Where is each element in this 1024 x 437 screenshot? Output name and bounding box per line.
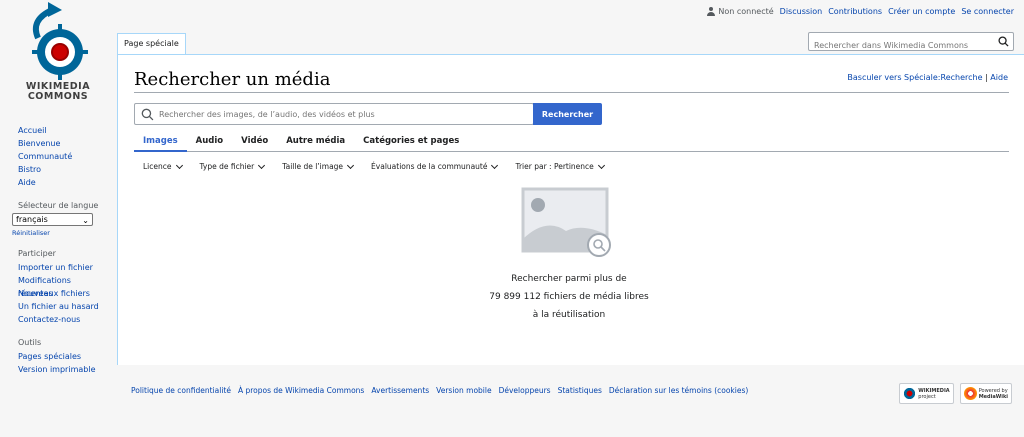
title-divider [134,92,1009,93]
tab-special-page[interactable]: Page spéciale [117,33,186,54]
wikimedia-logo-icon [903,387,917,400]
sidebar-item-special-pages[interactable]: Pages spéciales [18,350,108,363]
create-account-link[interactable]: Créer un compte [888,7,955,16]
language-selector-heading: Sélecteur de langue [18,201,99,210]
footer-mobile-link[interactable]: Version mobile [436,386,491,395]
sidebar-item-accueil[interactable]: Accueil [18,124,108,137]
login-link[interactable]: Se connecter [961,7,1014,16]
wikimedia-badge-text: WIKIMEDIA project [918,387,950,400]
filter-community-ratings[interactable]: Évaluations de la communauté [362,158,506,176]
mediawiki-badge-text: Powered by MediaWiki [978,387,1008,400]
filter-image-size-label: Taille de l’image [282,162,344,171]
sidebar-item-aide[interactable]: Aide [18,176,108,189]
chevron-down-icon: ⌄ [82,216,89,225]
chevron-down-icon [175,161,183,170]
language-select[interactable]: français ⌄ [12,213,93,226]
sidebar-item-new-files[interactable]: Nouveaux fichiers [18,287,108,300]
filter-license-label: Licence [143,162,172,171]
media-type-tabs: Images Audio Vidéo Autre média Catégorie… [134,131,1009,152]
page-title: Rechercher un média [134,69,331,90]
sidebar-item-bistro[interactable]: Bistro [18,163,108,176]
logo-wordmark: WIKIMEDIA COMMONS [25,81,91,102]
powered-by-mediawiki-badge[interactable]: Powered by MediaWiki [959,383,1012,404]
sidebar-item-communaute[interactable]: Communauté [18,150,108,163]
not-logged-in-label: Non connecté [718,7,774,16]
discussion-link[interactable]: Discussion [780,7,823,16]
header-search [808,32,1014,54]
empty-state-line-1: Rechercher parmi plus de [511,274,627,284]
tools-heading: Outils [18,338,42,347]
filter-file-type-label: Type de fichier [199,162,255,171]
sidebar-item-bienvenue[interactable]: Bienvenue [18,137,108,150]
filter-bar: Licence Type de fichier Taille de l’imag… [134,158,613,176]
sidebar-item-recent-changes[interactable]: Modifications récentes [18,274,108,298]
media-search-box [134,103,534,125]
anon-user: Non connecté [707,7,774,16]
sidebar-item-contact[interactable]: Contactez-nous [18,313,108,326]
sidebar-item-upload[interactable]: Importer un fichier [18,261,108,274]
wikimedia-commons-logo[interactable]: WIKIMEDIA COMMONS [8,2,108,106]
search-button[interactable]: Rechercher [533,103,602,125]
media-search-input[interactable] [159,106,529,122]
filter-file-type[interactable]: Type de fichier [191,158,274,176]
chevron-down-icon [491,161,499,170]
tab-other-media[interactable]: Autre média [277,131,354,151]
empty-state-line-3: à la réutilisation [532,310,606,320]
footer-about-link[interactable]: À propos de Wikimedia Commons [238,386,364,395]
chevron-down-icon [347,161,355,170]
commons-logo-icon [32,2,88,80]
tab-audio[interactable]: Audio [187,131,232,151]
contributions-link[interactable]: Contributions [828,7,882,16]
filter-license[interactable]: Licence [134,158,191,176]
user-icon [707,7,716,16]
search-icon[interactable] [998,36,1009,47]
search-icon [141,108,154,121]
tab-video[interactable]: Vidéo [232,131,277,151]
filter-sort-by[interactable]: Trier par : Pertinence [506,158,612,176]
switch-to-special-search-link[interactable]: Basculer vers Spéciale:Recherche [847,73,982,82]
wikimedia-project-badge[interactable]: WIKIMEDIA project [899,383,954,404]
chevron-down-icon [258,161,266,170]
sidebar-item-printable[interactable]: Version imprimable [18,363,108,376]
image-search-illustration-icon [521,187,611,257]
sidebar: Accueil Bienvenue Communauté Bistro Aide… [12,124,108,376]
footer-links: Politique de confidentialité À propos de… [131,386,755,395]
footer-disclaimers-link[interactable]: Avertissements [371,386,429,395]
chevron-down-icon [597,161,605,170]
page-indicators: Basculer vers Spéciale:Recherche | Aide [847,73,1008,82]
reset-language-link[interactable]: Réinitialiser [12,229,108,237]
footer-privacy-link[interactable]: Politique de confidentialité [131,386,231,395]
mediawiki-logo-icon [963,387,977,400]
personal-tools: Non connecté Discussion Contributions Cr… [707,7,1014,16]
footer-icons: WIKIMEDIA project Powered by MediaWiki [893,383,1012,404]
empty-state-text: Rechercher parmi plus de 79 899 112 fich… [458,270,680,324]
content-area: Rechercher un média Basculer vers Spécia… [117,54,1024,365]
filter-community-ratings-label: Évaluations de la communauté [371,162,488,171]
tab-images[interactable]: Images [134,131,187,152]
tab-categories-pages[interactable]: Catégories et pages [354,131,468,151]
language-select-value: français [16,215,48,224]
sidebar-item-random-file[interactable]: Un fichier au hasard [18,300,108,313]
help-link[interactable]: Aide [990,73,1008,82]
header-search-input[interactable] [809,37,989,54]
filter-image-size[interactable]: Taille de l’image [273,158,362,176]
footer-statistics-link[interactable]: Statistiques [558,386,602,395]
filter-sort-by-label: Trier par : Pertinence [515,162,594,171]
footer-developers-link[interactable]: Développeurs [499,386,551,395]
participate-heading: Participer [18,249,56,258]
footer-cookies-link[interactable]: Déclaration sur les témoins (cookies) [609,386,748,395]
empty-state-line-2: 79 899 112 fichiers de média libres [489,292,649,302]
